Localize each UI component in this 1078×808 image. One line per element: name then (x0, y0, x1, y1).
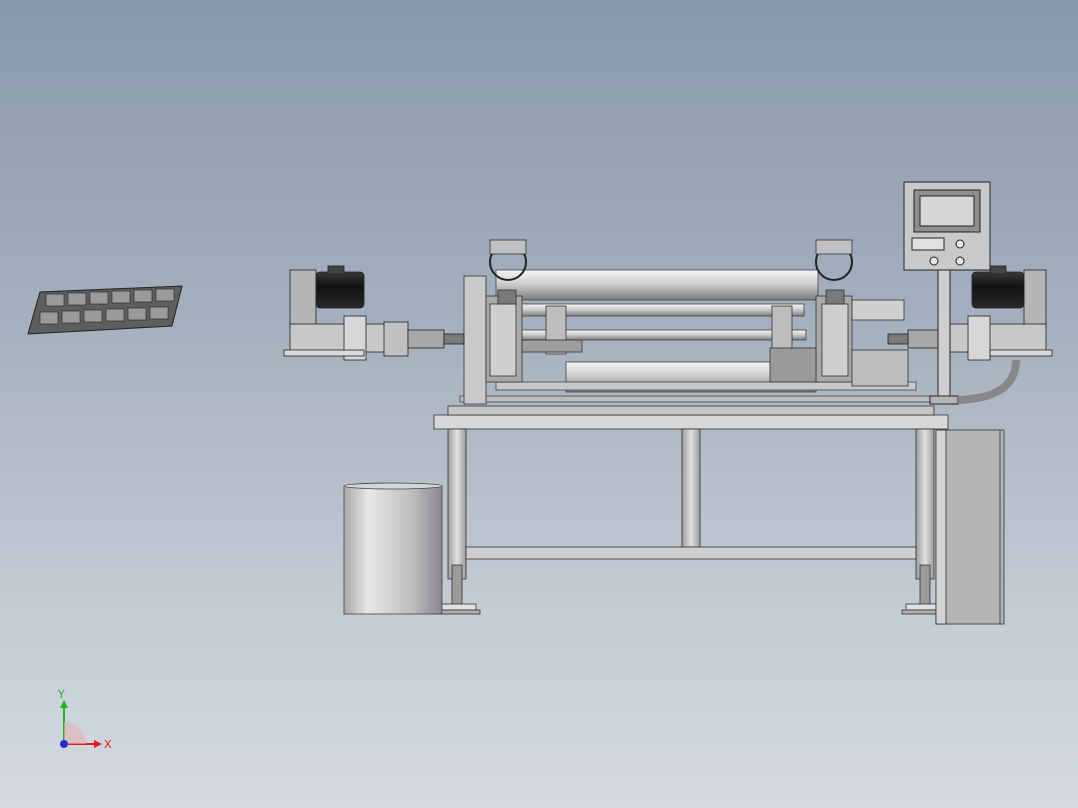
right-side-frame[interactable] (769, 239, 909, 387)
axis-triad: Y X (57, 688, 112, 751)
floating-plate-part[interactable] (27, 285, 183, 335)
graphics-viewport[interactable]: Y X (0, 0, 1078, 808)
right-drive-motor[interactable] (887, 265, 1053, 361)
side-cabinet[interactable] (935, 429, 1005, 625)
waste-bucket[interactable] (343, 482, 443, 615)
x-axis-label: X (104, 738, 112, 751)
hmi-screen[interactable] (919, 195, 975, 227)
z-axis-icon (60, 740, 68, 748)
machine-table[interactable] (433, 405, 949, 615)
left-side-frame[interactable] (463, 239, 583, 405)
y-axis-label: Y (57, 688, 65, 701)
model-canvas[interactable]: Y X (0, 0, 1078, 808)
left-drive-motor[interactable] (283, 265, 465, 361)
